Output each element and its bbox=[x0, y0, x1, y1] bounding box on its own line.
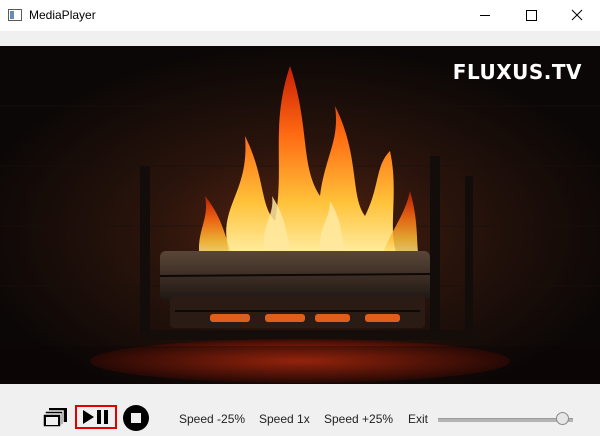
play-pause-button[interactable] bbox=[75, 405, 117, 429]
stop-icon[interactable] bbox=[121, 405, 151, 436]
title-bar: MediaPlayer bbox=[0, 0, 600, 31]
minimize-button[interactable] bbox=[462, 0, 508, 31]
exit-button[interactable]: Exit bbox=[408, 412, 428, 427]
video-watermark: FLUXUS.TV bbox=[452, 60, 582, 84]
volume-slider-track[interactable] bbox=[438, 418, 573, 422]
app-icon bbox=[8, 8, 22, 22]
speed-up-button[interactable]: Speed +25% bbox=[324, 412, 393, 427]
close-icon bbox=[571, 9, 583, 21]
volume-slider-thumb[interactable] bbox=[556, 412, 570, 425]
play-pause-icon bbox=[83, 410, 108, 424]
close-button[interactable] bbox=[554, 0, 600, 31]
fullscreen-icon[interactable] bbox=[41, 406, 69, 433]
minimize-icon bbox=[480, 15, 490, 16]
fireplace-video-frame bbox=[0, 46, 600, 384]
speed-down-button[interactable]: Speed -25% bbox=[179, 412, 245, 427]
video-area[interactable]: FLUXUS.TV bbox=[0, 46, 600, 384]
maximize-button[interactable] bbox=[508, 0, 554, 31]
maximize-icon bbox=[526, 10, 537, 21]
window-title: MediaPlayer bbox=[29, 8, 96, 22]
control-bar: Speed -25% Speed 1x Speed +25% Exit bbox=[0, 384, 600, 431]
speed-normal-button[interactable]: Speed 1x bbox=[259, 412, 310, 427]
